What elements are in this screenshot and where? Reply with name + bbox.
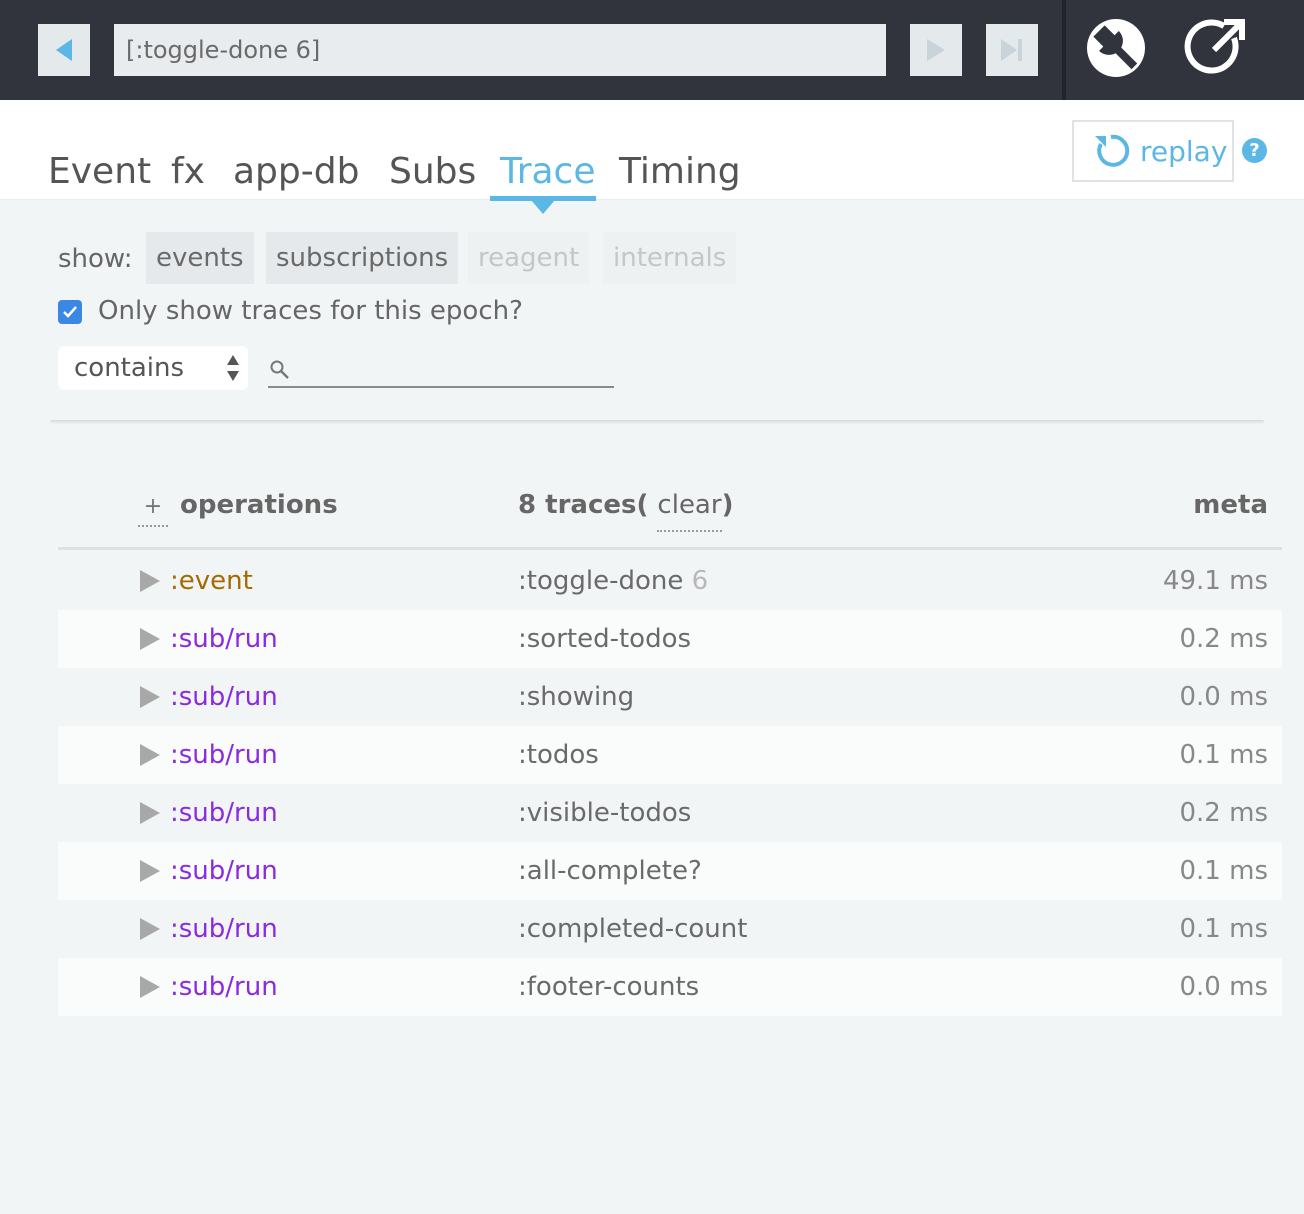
trace-row[interactable]: :sub/run :visible-todos 0.2 ms <box>58 784 1282 842</box>
trace-duration: 0.1 ms <box>1179 856 1269 886</box>
filter-internals-button[interactable]: internals <box>603 232 737 284</box>
trace-name: :sorted-todos <box>518 624 692 654</box>
tab-subs[interactable]: Subs <box>389 150 476 194</box>
trace-row[interactable]: :sub/run :all-complete? 0.1 ms <box>58 842 1282 900</box>
tab-fx[interactable]: fx <box>171 150 205 194</box>
triangle-left-icon <box>56 39 72 61</box>
operations-column-header: operations <box>180 490 338 520</box>
checkmark-icon <box>63 306 77 318</box>
trace-operation: :sub/run <box>170 914 278 944</box>
trace-row[interactable]: :sub/run :footer-counts 0.0 ms <box>58 958 1282 1016</box>
expand-triangle-icon[interactable] <box>140 628 160 650</box>
trace-duration: 0.2 ms <box>1179 798 1269 828</box>
trace-operation: :sub/run <box>170 740 278 770</box>
trace-operation: :sub/run <box>170 856 278 886</box>
trace-duration: 0.2 ms <box>1179 624 1269 654</box>
tab-timing[interactable]: Timing <box>619 150 741 194</box>
event-input[interactable]: [:toggle-done 6] <box>114 24 886 76</box>
search-input[interactable] <box>268 346 614 388</box>
expand-triangle-icon[interactable] <box>140 918 160 940</box>
expand-triangle-icon[interactable] <box>140 744 160 766</box>
previous-epoch-button[interactable] <box>38 24 90 76</box>
close-paren: ) <box>721 490 734 520</box>
match-mode-value: contains <box>74 353 185 383</box>
filter-reagent-button[interactable]: reagent <box>468 232 590 284</box>
trace-arg: 6 <box>691 566 709 596</box>
trace-name: :all-complete? <box>518 856 702 886</box>
trace-count-header: 8 traces( clear) <box>518 490 734 532</box>
tab-app-db[interactable]: app-db <box>233 150 359 194</box>
expand-all-button[interactable]: + <box>138 494 168 527</box>
select-arrows-icon <box>227 355 239 381</box>
tab-trace[interactable]: Trace <box>500 150 596 194</box>
tab-event[interactable]: Event <box>48 150 151 194</box>
replay-button[interactable]: replay <box>1072 120 1234 182</box>
trace-operation: :event <box>170 566 253 596</box>
trace-operation: :sub/run <box>170 624 278 654</box>
replay-label: replay <box>1140 134 1228 168</box>
filter-subscriptions-button[interactable]: subscriptions <box>266 232 459 284</box>
top-bar: [:toggle-done 6] <box>0 0 1304 100</box>
popout-button[interactable] <box>1184 16 1248 80</box>
trace-table-header: + operations 8 traces( clear) meta <box>58 486 1282 550</box>
trace-operation: :sub/run <box>170 798 278 828</box>
next-epoch-button[interactable] <box>910 24 962 76</box>
popout-icon <box>1184 19 1245 74</box>
trace-name: :completed-count <box>518 914 748 944</box>
search-icon <box>270 360 289 379</box>
replay-icon <box>1095 134 1130 167</box>
trace-row[interactable]: :sub/run :completed-count 0.1 ms <box>58 900 1282 958</box>
trace-operation: :sub/run <box>170 682 278 712</box>
trace-operation: :sub/run <box>170 972 278 1002</box>
filter-events-button[interactable]: events <box>146 232 254 284</box>
epoch-checkbox-label[interactable]: Only show traces for this epoch? <box>98 292 523 330</box>
match-mode-select[interactable]: contains <box>58 346 248 390</box>
expand-triangle-icon[interactable] <box>140 860 160 882</box>
trace-duration: 0.1 ms <box>1179 740 1269 770</box>
skip-to-end-button[interactable] <box>986 24 1038 76</box>
settings-button[interactable] <box>1084 16 1148 80</box>
expand-triangle-icon[interactable] <box>140 570 160 592</box>
expand-triangle-icon[interactable] <box>140 802 160 824</box>
trace-duration: 0.0 ms <box>1179 972 1269 1002</box>
trace-name: :toggle-done 6 <box>518 562 708 600</box>
trace-name: :todos <box>518 740 599 770</box>
active-tab-caret <box>531 200 555 214</box>
trace-row[interactable]: :sub/run :sorted-todos 0.2 ms <box>58 610 1282 668</box>
trace-duration: 0.0 ms <box>1179 682 1269 712</box>
trace-row[interactable]: :sub/run :showing 0.0 ms <box>58 668 1282 726</box>
trace-row[interactable]: :sub/run :todos 0.1 ms <box>58 726 1282 784</box>
trace-duration: 49.1 ms <box>1162 566 1268 596</box>
trace-name: :footer-counts <box>518 972 700 1002</box>
expand-triangle-icon[interactable] <box>140 686 160 708</box>
trace-name: :showing <box>518 682 635 712</box>
trace-name: :visible-todos <box>518 798 692 828</box>
topbar-divider <box>1062 0 1066 100</box>
trace-name-value: :toggle-done <box>518 566 684 596</box>
show-label: show: <box>58 244 133 274</box>
open-paren: ( <box>636 490 649 520</box>
clear-traces-link[interactable]: clear <box>657 490 722 532</box>
skip-to-end-icon <box>1001 39 1022 61</box>
trace-duration: 0.1 ms <box>1179 914 1269 944</box>
trace-row[interactable]: :event :toggle-done 6 49.1 ms <box>58 552 1282 610</box>
wrench-icon <box>1087 19 1145 77</box>
play-icon <box>927 39 945 61</box>
expand-triangle-icon[interactable] <box>140 976 160 998</box>
help-icon[interactable]: ? <box>1242 138 1267 163</box>
trace-count-label: 8 traces <box>518 490 637 520</box>
filters-divider <box>50 420 1264 424</box>
epoch-checkbox[interactable] <box>58 300 82 324</box>
meta-column-header: meta <box>1193 490 1268 520</box>
